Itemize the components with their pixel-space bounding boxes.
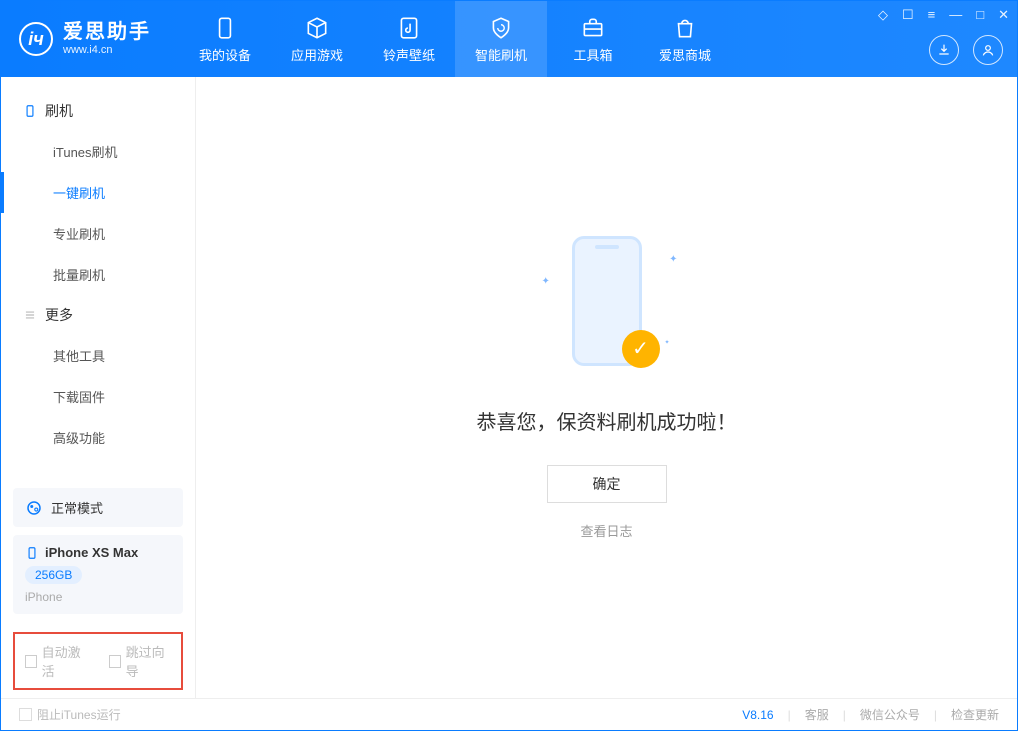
- tab-apps-games[interactable]: 应用游戏: [271, 1, 363, 77]
- device-name-text: iPhone XS Max: [45, 545, 138, 560]
- sidebar-item-other-tools[interactable]: 其他工具: [1, 335, 195, 376]
- sidebar-section-more: 更多: [1, 295, 195, 335]
- toolbox-icon: [580, 15, 606, 41]
- sparkle-icon: ✦: [669, 254, 677, 265]
- sidebar-item-itunes-flash[interactable]: iTunes刷机: [1, 131, 195, 172]
- main-content: ✦ ✦ ✦ ✓ 恭喜您，保资料刷机成功啦！ 确定 查看日志: [196, 77, 1017, 698]
- download-button[interactable]: [929, 35, 959, 65]
- download-icon: [936, 42, 952, 58]
- logo-icon: iч: [19, 22, 53, 56]
- auto-activate-checkbox[interactable]: 自动激活: [25, 642, 87, 680]
- device-storage: 256GB: [25, 566, 82, 584]
- sidebar: 刷机 iTunes刷机 一键刷机 专业刷机 批量刷机 更多 其他工具 下载固件 …: [1, 77, 196, 698]
- header-right-icons: [929, 35, 1003, 65]
- sparkle-icon: ✦: [664, 339, 669, 346]
- view-log-link[interactable]: 查看日志: [580, 521, 632, 540]
- success-illustration: ✦ ✦ ✦ ✓: [562, 236, 652, 376]
- device-type: iPhone: [25, 590, 171, 604]
- body: 刷机 iTunes刷机 一键刷机 专业刷机 批量刷机 更多 其他工具 下载固件 …: [1, 77, 1017, 698]
- list-icon: [23, 308, 37, 322]
- app-title: 爱思助手: [63, 20, 151, 44]
- sidebar-item-pro-flash[interactable]: 专业刷机: [1, 213, 195, 254]
- sparkle-icon: ✦: [542, 276, 550, 287]
- mode-icon: [25, 499, 43, 517]
- tab-ringtone-wallpaper[interactable]: 铃声壁纸: [363, 1, 455, 77]
- app-url: www.i4.cn: [63, 44, 151, 57]
- tab-smart-flash[interactable]: 智能刷机: [455, 1, 547, 77]
- phone-icon: [212, 15, 238, 41]
- shield-refresh-icon: [488, 15, 514, 41]
- tab-toolbox[interactable]: 工具箱: [547, 1, 639, 77]
- footer-bar: 阻止iTunes运行 V8.16 | 客服 | 微信公众号 | 检查更新: [1, 698, 1017, 730]
- close-button[interactable]: ✕: [998, 7, 1009, 23]
- sidebar-item-download-firmware[interactable]: 下载固件: [1, 376, 195, 417]
- footer-right: V8.16 | 客服 | 微信公众号 | 检查更新: [742, 706, 999, 723]
- minimize-button[interactable]: —: [949, 7, 962, 23]
- mode-label: 正常模式: [51, 498, 103, 517]
- skip-guide-checkbox[interactable]: 跳过向导: [109, 642, 171, 680]
- shirt-icon[interactable]: ◇: [878, 7, 888, 23]
- mode-box[interactable]: 正常模式: [13, 488, 183, 527]
- header-bar: iч 爱思助手 www.i4.cn 我的设备 应用游戏 铃声壁纸 智能刷机: [1, 1, 1017, 77]
- menu-icon[interactable]: ≡: [928, 7, 936, 23]
- checkbox-icon: [25, 655, 37, 668]
- device-box[interactable]: iPhone XS Max 256GB iPhone: [13, 535, 183, 614]
- support-link[interactable]: 客服: [805, 706, 829, 723]
- checkbox-icon: [109, 655, 121, 668]
- sidebar-item-oneclick-flash[interactable]: 一键刷机: [1, 172, 195, 213]
- tab-store[interactable]: 爱思商城: [639, 1, 731, 77]
- logo: iч 爱思助手 www.i4.cn: [1, 20, 169, 57]
- check-update-link[interactable]: 检查更新: [951, 706, 999, 723]
- account-button[interactable]: [973, 35, 1003, 65]
- sidebar-item-batch-flash[interactable]: 批量刷机: [1, 254, 195, 295]
- app-window: iч 爱思助手 www.i4.cn 我的设备 应用游戏 铃声壁纸 智能刷机: [0, 0, 1018, 731]
- checkbox-icon: [19, 708, 32, 721]
- confirm-button[interactable]: 确定: [547, 465, 667, 503]
- wechat-link[interactable]: 微信公众号: [860, 706, 920, 723]
- phone-small-icon: [23, 104, 37, 118]
- block-itunes-checkbox[interactable]: 阻止iTunes运行: [19, 706, 121, 723]
- user-icon: [980, 42, 996, 58]
- music-file-icon: [396, 15, 422, 41]
- main-tabs: 我的设备 应用游戏 铃声壁纸 智能刷机 工具箱 爱思商城: [179, 1, 731, 77]
- sidebar-item-advanced[interactable]: 高级功能: [1, 417, 195, 458]
- success-message: 恭喜您，保资料刷机成功啦！: [477, 406, 737, 435]
- version-label: V8.16: [742, 708, 773, 722]
- cube-icon: [304, 15, 330, 41]
- tab-my-device[interactable]: 我的设备: [179, 1, 271, 77]
- flash-options-row: 自动激活 跳过向导: [13, 632, 183, 690]
- window-controls: ◇ ☐ ≡ — □ ✕: [878, 7, 1009, 23]
- feedback-icon[interactable]: ☐: [902, 7, 914, 23]
- device-icon: [25, 546, 39, 560]
- bag-icon: [672, 15, 698, 41]
- check-badge-icon: ✓: [622, 330, 660, 368]
- sidebar-section-flash: 刷机: [1, 91, 195, 131]
- maximize-button[interactable]: □: [976, 7, 984, 23]
